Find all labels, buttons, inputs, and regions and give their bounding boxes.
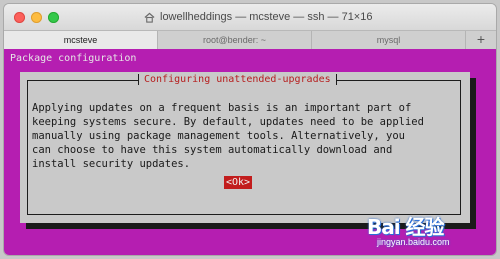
watermark-url: jingyan.baidu.com [377,237,450,247]
configuration-dialog: Configuring unattended-upgrades Applying… [20,72,470,223]
dialog-message-line: install security updates. [32,158,191,170]
tab-root-bender[interactable]: root@bender: ~ [158,31,312,49]
baidu-jingyan-watermark: Bai 经验 jingyan.baidu.com [367,211,491,251]
dialog-title: Configuring unattended-upgrades [138,73,337,86]
ok-button[interactable]: <Ok> [224,176,253,189]
window-title-group: lowellheddings — mcsteve — ssh — 71×16 [144,10,414,24]
close-window-button[interactable] [14,12,25,23]
tab-mcsteve[interactable]: mcsteve [4,31,158,49]
maximize-window-button[interactable] [48,12,59,23]
tab-bar: mcsteve root@bender: ~ mysql + [4,30,496,50]
home-icon [144,12,155,23]
new-tab-button[interactable]: + [466,31,496,49]
tab-mysql[interactable]: mysql [312,31,466,49]
package-configuration-header: Package configuration [10,53,137,64]
dialog-message-line: can choose to have this system automatic… [32,144,393,156]
window-title: lowellheddings — mcsteve — ssh — 71×16 [160,11,373,23]
dialog-message-line: Applying updates on a frequent basis is … [32,102,412,114]
dialog-message: Applying updates on a frequent basis is … [32,101,452,171]
watermark-logo: Bai 经验 [367,215,445,239]
title-bar[interactable]: lowellheddings — mcsteve — ssh — 71×16 [4,4,496,30]
dialog-message-line: manually using package management tools.… [32,130,405,142]
dialog-message-line: keeping systems secure. By default, upda… [32,116,424,128]
minimize-window-button[interactable] [31,12,42,23]
